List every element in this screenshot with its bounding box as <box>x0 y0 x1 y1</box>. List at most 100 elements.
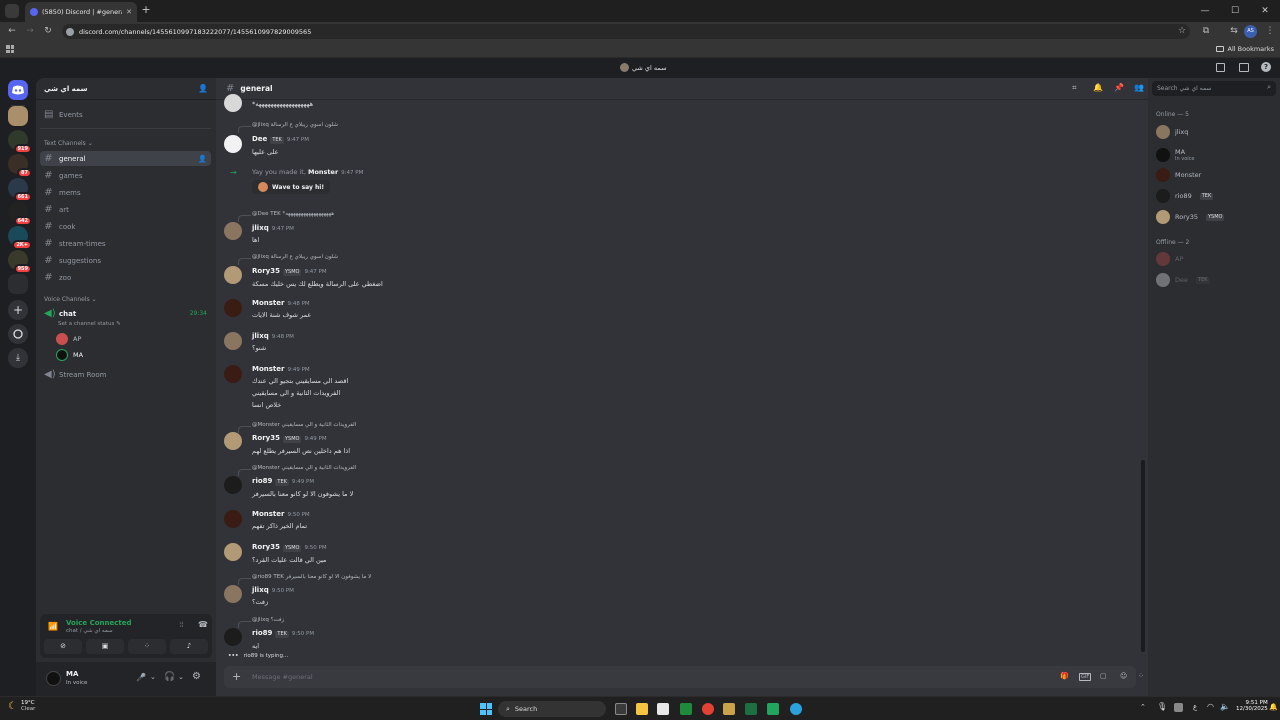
channel-cook[interactable]: # cook <box>40 219 211 234</box>
tray-mic-icon[interactable]: 🎙 <box>1157 702 1167 711</box>
tray-chevron-icon[interactable]: ⌃ <box>1140 703 1146 711</box>
help-icon[interactable]: ? <box>1261 62 1271 72</box>
upload-plus-icon[interactable]: + <box>232 670 241 684</box>
author-name[interactable]: jlixq <box>252 224 269 232</box>
channel-mems[interactable]: # mems <box>40 185 211 200</box>
activities-button[interactable]: ⁘ <box>128 639 166 654</box>
member-item[interactable]: jlixq <box>1156 124 1276 140</box>
taskbar-search[interactable]: ⌕ Search <box>498 701 606 717</box>
category-voice-channels[interactable]: Voice Channels ⌄ <box>44 296 97 303</box>
voice-channel-stream-room[interactable]: ◀) Stream Room <box>40 367 211 382</box>
disconnect-icon[interactable]: ☎ <box>198 620 208 629</box>
reply-preview[interactable]: @jlixq شلون اسوي ريبلاي ع الرسالة <box>237 254 338 265</box>
wave-button[interactable]: Wave to say hi! <box>252 180 331 194</box>
notification-icon[interactable]: 🔔 <box>1269 703 1278 711</box>
channel-zoo[interactable]: # zoo <box>40 270 211 285</box>
start-button-icon[interactable] <box>480 703 492 715</box>
voice-channel-chat[interactable]: ◀) chat 29:34 <box>40 306 211 321</box>
author-name[interactable]: rio89 <box>252 477 272 485</box>
store-icon[interactable] <box>657 703 669 715</box>
events-link[interactable]: ▤ Events <box>40 107 211 122</box>
chevron-down-icon[interactable]: ⌄ <box>150 673 156 681</box>
avatar[interactable] <box>224 510 242 528</box>
apps-icon[interactable]: ⁘ <box>1138 672 1144 680</box>
task-view-icon[interactable] <box>615 703 627 715</box>
member-item[interactable]: rio89 TEK <box>1156 188 1276 204</box>
xbox-icon[interactable] <box>680 703 692 715</box>
cast-icon[interactable]: ⇆ <box>1228 25 1240 37</box>
close-window-icon[interactable]: ✕ <box>1250 0 1280 22</box>
language-indicator[interactable]: ع <box>1193 703 1197 711</box>
chrome-icon[interactable] <box>702 703 714 715</box>
avatar[interactable] <box>224 332 242 350</box>
site-info-icon[interactable] <box>66 27 74 36</box>
author-name[interactable]: rio89 <box>252 629 272 637</box>
avatar[interactable] <box>224 94 242 112</box>
member-item[interactable]: MA In voice <box>1156 145 1276 165</box>
voice-member-ma[interactable]: MA <box>56 347 196 363</box>
screen-share-button[interactable]: ▣ <box>86 639 124 654</box>
avatar[interactable] <box>224 222 242 240</box>
file-explorer-icon[interactable] <box>636 703 648 715</box>
headphones-icon[interactable]: 🎧 <box>164 672 175 682</box>
server-icon[interactable]: 661 <box>8 178 32 202</box>
wifi-icon[interactable]: ◠ <box>1207 702 1214 711</box>
chat-scrollbar[interactable] <box>1141 460 1145 652</box>
avatar[interactable] <box>224 365 242 383</box>
member-item[interactable]: Dee TEK <box>1156 272 1276 288</box>
author-name[interactable]: jlixq <box>252 586 269 594</box>
chevron-down-icon[interactable]: ⌄ <box>178 673 184 681</box>
excel-icon[interactable] <box>745 703 757 715</box>
channel-games[interactable]: # games <box>40 168 211 183</box>
channel-suggestions[interactable]: # suggestions <box>40 253 211 268</box>
tray-app-icon[interactable] <box>1174 703 1183 712</box>
profile-avatar[interactable]: AS <box>1244 25 1257 38</box>
voice-connected-label[interactable]: Voice Connected <box>66 619 132 627</box>
discover-icon[interactable] <box>8 324 28 344</box>
browser-menu-icon[interactable]: ⋮ <box>1264 25 1276 37</box>
camera-off-button[interactable]: ⊘ <box>44 639 82 654</box>
apps-icon[interactable] <box>6 45 14 53</box>
reply-preview[interactable]: @jlixq شلون اسوي ريبلاي ع الرسالة <box>237 122 338 133</box>
server-icon[interactable]: 87 <box>8 154 32 178</box>
noise-suppression-icon[interactable]: ⦙⦙ <box>180 621 183 630</box>
channel-general[interactable]: # general 👤 <box>40 151 211 166</box>
add-server-icon[interactable]: + <box>8 300 28 320</box>
server-header[interactable]: سمه اي شي 👤 <box>36 78 216 100</box>
emoji-icon[interactable]: ☺ <box>1120 672 1127 680</box>
all-bookmarks-button[interactable]: All Bookmarks <box>1215 45 1274 53</box>
clock[interactable]: 9:51 PM 12/30/2025 <box>1236 700 1268 712</box>
member-item[interactable]: Monster <box>1156 167 1276 183</box>
reply-preview[interactable]: @jlixq زفت؟ <box>237 617 284 628</box>
extensions-icon[interactable]: ⧉ <box>1200 25 1212 37</box>
gif-icon[interactable]: GIF <box>1079 673 1092 681</box>
reply-preview[interactable]: @rio89 TEK لا ما يشوفون الا لو كانو معنا… <box>237 574 371 585</box>
member-item[interactable]: Rory35 YSMO <box>1156 209 1276 225</box>
joined-user-name[interactable]: Monster <box>308 168 338 176</box>
author-name[interactable]: jlixq <box>252 332 269 340</box>
reload-button[interactable]: ↻ <box>42 25 54 37</box>
forward-button[interactable]: → <box>24 25 36 37</box>
close-tab-icon[interactable]: ✕ <box>126 8 132 16</box>
author-name[interactable]: Monster <box>252 365 284 373</box>
inbox-icon[interactable] <box>1216 63 1225 72</box>
author-name[interactable]: Dee <box>252 135 267 143</box>
sticker-icon[interactable]: ▢ <box>1100 672 1107 680</box>
server-icon[interactable]: 959 <box>8 250 32 274</box>
threads-icon[interactable]: ⌗ <box>1072 83 1077 93</box>
maximize-icon[interactable]: ☐ <box>1220 0 1250 22</box>
invite-people-icon[interactable]: 👤 <box>198 84 208 93</box>
avatar[interactable] <box>224 299 242 317</box>
minimize-icon[interactable]: — <box>1190 0 1220 22</box>
user-avatar[interactable] <box>46 671 61 686</box>
browser-tab[interactable]: (5850) Discord | #general | ... ✕ <box>25 2 137 22</box>
voice-member-ap[interactable]: AP <box>56 331 196 347</box>
bookmark-star-icon[interactable]: ☆ <box>1176 25 1188 37</box>
message-composer[interactable]: + Message #general 🎁 GIF ▢ ☺ ⁘ <box>224 666 1144 688</box>
server-icon[interactable]: 2K+ <box>8 226 32 250</box>
weather-widget[interactable]: ☾ 19°C Clear <box>8 700 35 712</box>
reply-preview[interactable]: @Dee TEK *ههههههههههههههههههه <box>237 211 334 222</box>
gift-icon[interactable]: 🎁 <box>1060 672 1069 680</box>
telegram-icon[interactable] <box>790 703 802 715</box>
settings-gear-icon[interactable]: ⚙ <box>192 671 201 682</box>
